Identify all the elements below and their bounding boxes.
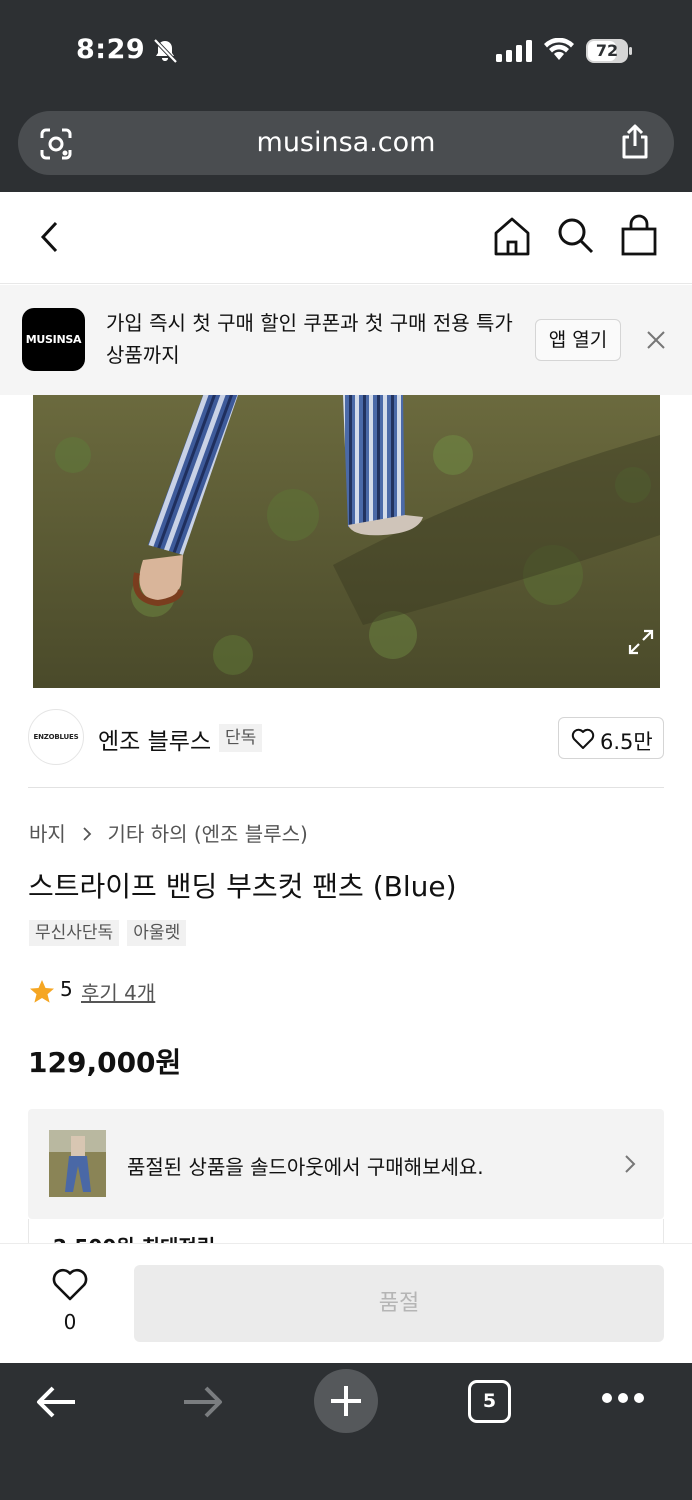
battery-level: 72 xyxy=(595,41,619,60)
home-icon[interactable] xyxy=(493,216,531,256)
brand-name[interactable]: 엔조 블루스 xyxy=(98,722,211,756)
status-bar: 8:29 72 xyxy=(0,0,692,100)
address-bar[interactable]: musinsa.com xyxy=(18,111,674,175)
product-tags: 무신사단독 아울렛 xyxy=(29,920,189,946)
browser-back-icon[interactable] xyxy=(35,1385,79,1419)
chevron-right-icon xyxy=(625,1155,636,1173)
rating-score: 5 xyxy=(60,977,73,1001)
product-gallery[interactable] xyxy=(0,395,692,688)
product-photo xyxy=(33,395,660,688)
browser-address-area: musinsa.com xyxy=(0,100,692,192)
tab-switcher-button[interactable]: 5 xyxy=(468,1380,511,1423)
soldout-message: 품절된 상품을 솔드아웃에서 구매해보세요. xyxy=(127,1155,484,1179)
bell-off-icon xyxy=(153,38,178,64)
product-price: 129,000원 xyxy=(28,1046,182,1079)
brand-logo[interactable]: ENZOBLUES xyxy=(28,709,84,765)
site-header xyxy=(0,192,692,284)
musinsa-logo: MUSINSA xyxy=(22,308,85,371)
brand-like-button[interactable]: 6.5만 xyxy=(558,717,664,759)
browser-forward-icon[interactable] xyxy=(180,1385,224,1419)
wishlist-count: 0 xyxy=(63,1310,77,1334)
back-arrow-icon[interactable] xyxy=(36,220,64,254)
soldout-button[interactable]: 품절 xyxy=(134,1265,664,1342)
product-title: 스트라이프 밴딩 부츠컷 팬츠 (Blue) xyxy=(28,870,457,903)
divider xyxy=(28,787,664,788)
close-icon[interactable] xyxy=(646,330,666,350)
brand-like-count: 6.5만 xyxy=(600,730,653,754)
status-time: 8:29 xyxy=(76,34,146,65)
more-options-icon[interactable] xyxy=(601,1391,645,1405)
breadcrumb: 바지 기타 하의 (엔조 블루스) xyxy=(29,818,308,847)
battery-indicator: 72 xyxy=(586,39,632,63)
shopping-bag-icon[interactable] xyxy=(620,214,658,256)
browser-toolbar: 5 xyxy=(0,1363,692,1500)
app-install-banner: MUSINSA 가입 즉시 첫 구매 할인 쿠폰과 첫 구매 전용 특가 상품까… xyxy=(0,285,692,395)
tag-outlet: 아울렛 xyxy=(127,920,187,946)
chevron-right-icon xyxy=(83,827,92,841)
open-app-button[interactable]: 앱 열기 xyxy=(535,319,621,361)
breadcrumb-item-subcategory[interactable]: 기타 하의 (엔조 블루스) xyxy=(108,818,308,847)
wifi-icon xyxy=(544,38,574,60)
plus-icon xyxy=(331,1386,361,1416)
breadcrumb-item-category[interactable]: 바지 xyxy=(29,818,66,847)
search-icon[interactable] xyxy=(556,216,596,256)
review-count-link[interactable]: 후기 4개 xyxy=(81,977,155,1006)
new-tab-button[interactable] xyxy=(314,1369,378,1433)
exclusive-badge: 단독 xyxy=(219,724,263,752)
wishlist-heart-icon[interactable] xyxy=(51,1268,89,1302)
soldout-thumbnail xyxy=(49,1130,106,1197)
purchase-bar: 0 품절 xyxy=(0,1243,692,1363)
soldout-promo-card[interactable]: 품절된 상품을 솔드아웃에서 구매해보세요. xyxy=(28,1109,664,1219)
share-icon[interactable] xyxy=(618,123,652,161)
url-text: musinsa.com xyxy=(256,127,436,158)
heart-icon xyxy=(571,728,595,749)
cellular-signal-icon xyxy=(496,40,532,62)
star-icon xyxy=(30,980,54,1003)
banner-message: 가입 즉시 첫 구매 할인 쿠폰과 첫 구매 전용 특가 상품까지 xyxy=(106,311,513,367)
tag-musinsa-exclusive: 무신사단독 xyxy=(29,920,120,946)
expand-icon[interactable] xyxy=(624,625,658,659)
